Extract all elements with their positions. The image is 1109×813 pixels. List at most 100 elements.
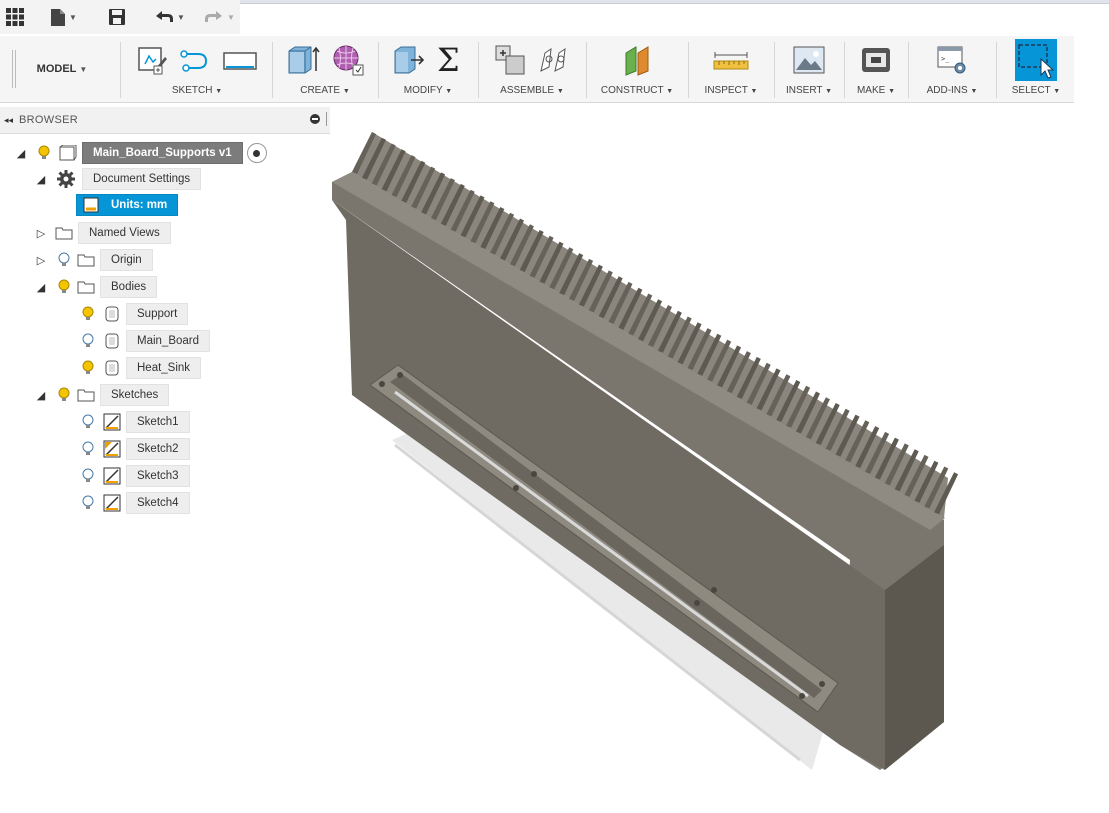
lightbulb-off-icon[interactable] [78,331,98,351]
expanded-triangle-icon[interactable]: ◢ [34,389,48,402]
sketch-label[interactable]: Sketch4 [126,492,190,514]
assemble-label[interactable]: ASSEMBLE [500,85,554,96]
origin-label[interactable]: Origin [100,249,153,271]
press-pull-icon[interactable] [391,43,425,80]
make-label[interactable]: MAKE [857,85,885,96]
lightbulb-on-icon[interactable] [78,358,98,378]
browser-resize-handle[interactable] [326,112,329,126]
sketches-label[interactable]: Sketches [100,384,170,406]
workspace-label: MODEL [36,63,77,75]
insert-group: INSERT ▼ [776,36,842,102]
tree-body-heat-sink[interactable]: Heat_Sink [78,357,202,379]
workspace-switcher[interactable]: MODEL ▼ [8,36,116,102]
body-label[interactable]: Main_Board [126,330,211,352]
collapsed-triangle-icon[interactable]: ▷ [34,227,48,240]
units-ruler-icon [81,195,101,215]
modify-label[interactable]: MODIFY [404,85,443,96]
body-icon [102,304,122,324]
folder-icon [76,250,96,270]
save-icon[interactable] [108,6,126,28]
lightbulb-on-icon[interactable] [34,143,54,163]
tree-origin[interactable]: ▷ Origin [34,249,153,271]
undo-icon[interactable]: ▼ [154,6,185,28]
sketch-label[interactable]: Sketch2 [126,438,190,460]
3d-print-icon[interactable] [859,44,893,79]
sketch-label[interactable]: Sketch3 [126,465,190,487]
offset-plane-icon[interactable] [620,43,654,80]
root-component-label[interactable]: Main_Board_Supports v1 [82,142,243,164]
file-icon[interactable]: ▼ [50,6,77,28]
compute-all-icon[interactable]: Σ [435,41,465,80]
insert-image-icon[interactable] [792,44,826,79]
file-dropdown-caret: ▼ [69,12,77,22]
arc-sketch-icon[interactable] [178,44,212,79]
add-ins-label[interactable]: ADD-INS [927,85,968,96]
folder-icon [54,223,74,243]
lightbulb-off-icon[interactable] [78,466,98,486]
inspect-caret: ▼ [750,88,758,95]
tree-document-settings[interactable]: ◢ Document Settings [34,168,202,190]
create-label[interactable]: CREATE [300,85,340,96]
named-views-label[interactable]: Named Views [78,222,171,244]
sketch-icon [102,412,122,432]
expanded-triangle-icon[interactable]: ◢ [14,147,28,160]
rectangle-sketch-icon[interactable] [222,44,258,79]
new-component-icon[interactable] [493,43,527,80]
lightbulb-off-icon[interactable] [78,493,98,513]
form-icon[interactable] [331,43,365,80]
redo-icon[interactable]: ▼ [204,6,235,28]
select-label[interactable]: SELECT [1012,85,1051,96]
document-settings-label[interactable]: Document Settings [82,168,202,190]
bodies-label[interactable]: Bodies [100,276,158,298]
heat-sink-model[interactable] [330,104,1109,810]
redo-dropdown-caret: ▼ [227,12,235,22]
tree-root[interactable]: ◢ Main_Board_Supports v1 [14,142,267,164]
tree-bodies[interactable]: ◢ Bodies [34,276,158,298]
sketch-warning-icon [102,439,122,459]
lightbulb-on-icon[interactable] [78,304,98,324]
lightbulb-off-icon[interactable] [78,412,98,432]
tree-sketches[interactable]: ◢ Sketches [34,384,170,406]
body-label[interactable]: Support [126,303,189,325]
extrude-icon[interactable] [285,43,321,80]
body-label[interactable]: Heat_Sink [126,357,202,379]
insert-label[interactable]: INSERT [786,85,822,96]
tree-units[interactable]: Units: mm [76,194,179,216]
tree-sketch-4[interactable]: Sketch4 [78,492,190,514]
tree-body-support[interactable]: Support [78,303,189,325]
modify-caret: ▼ [445,88,453,95]
select-group: SELECT ▼ [1000,36,1072,102]
sketch-icon [102,466,122,486]
measure-icon[interactable] [711,45,751,78]
tree-sketch-1[interactable]: Sketch1 [78,411,190,433]
3d-viewport[interactable] [330,104,1109,810]
construct-label[interactable]: CONSTRUCT [601,85,664,96]
sketch-label[interactable]: Sketch1 [126,411,190,433]
quick-access-bar: ▼ ▼ ▼ [0,0,240,34]
tree-sketch-2[interactable]: Sketch2 [78,438,190,460]
units-node[interactable]: Units: mm [76,194,179,216]
select-icon[interactable] [1015,38,1057,84]
tree-body-main-board[interactable]: Main_Board [78,330,211,352]
lightbulb-off-icon[interactable] [54,250,74,270]
sketch-label[interactable]: SKETCH [172,85,213,96]
lightbulb-off-icon[interactable] [78,439,98,459]
activate-radio-icon[interactable] [246,143,267,163]
tree-named-views[interactable]: ▷ Named Views [34,222,171,244]
inspect-label[interactable]: INSPECT [705,85,748,96]
expanded-triangle-icon[interactable]: ◢ [34,281,48,294]
browser-collapse-icon[interactable]: ◂◂ [4,115,13,126]
collapsed-triangle-icon[interactable]: ▷ [34,254,48,267]
app-grid-icon[interactable] [6,6,24,28]
browser-pin-icon[interactable] [310,114,320,124]
lightbulb-on-icon[interactable] [54,385,74,405]
scripts-icon[interactable]: >_ [935,44,969,79]
joint-icon[interactable] [537,43,571,80]
lightbulb-on-icon[interactable] [54,277,74,297]
create-sketch-icon[interactable] [136,44,168,79]
toolbar-separator [478,42,479,98]
toolbar-separator [586,42,587,98]
expanded-triangle-icon[interactable]: ◢ [34,173,48,186]
tree-sketch-3[interactable]: Sketch3 [78,465,190,487]
assemble-group: ASSEMBLE ▼ [480,36,584,102]
